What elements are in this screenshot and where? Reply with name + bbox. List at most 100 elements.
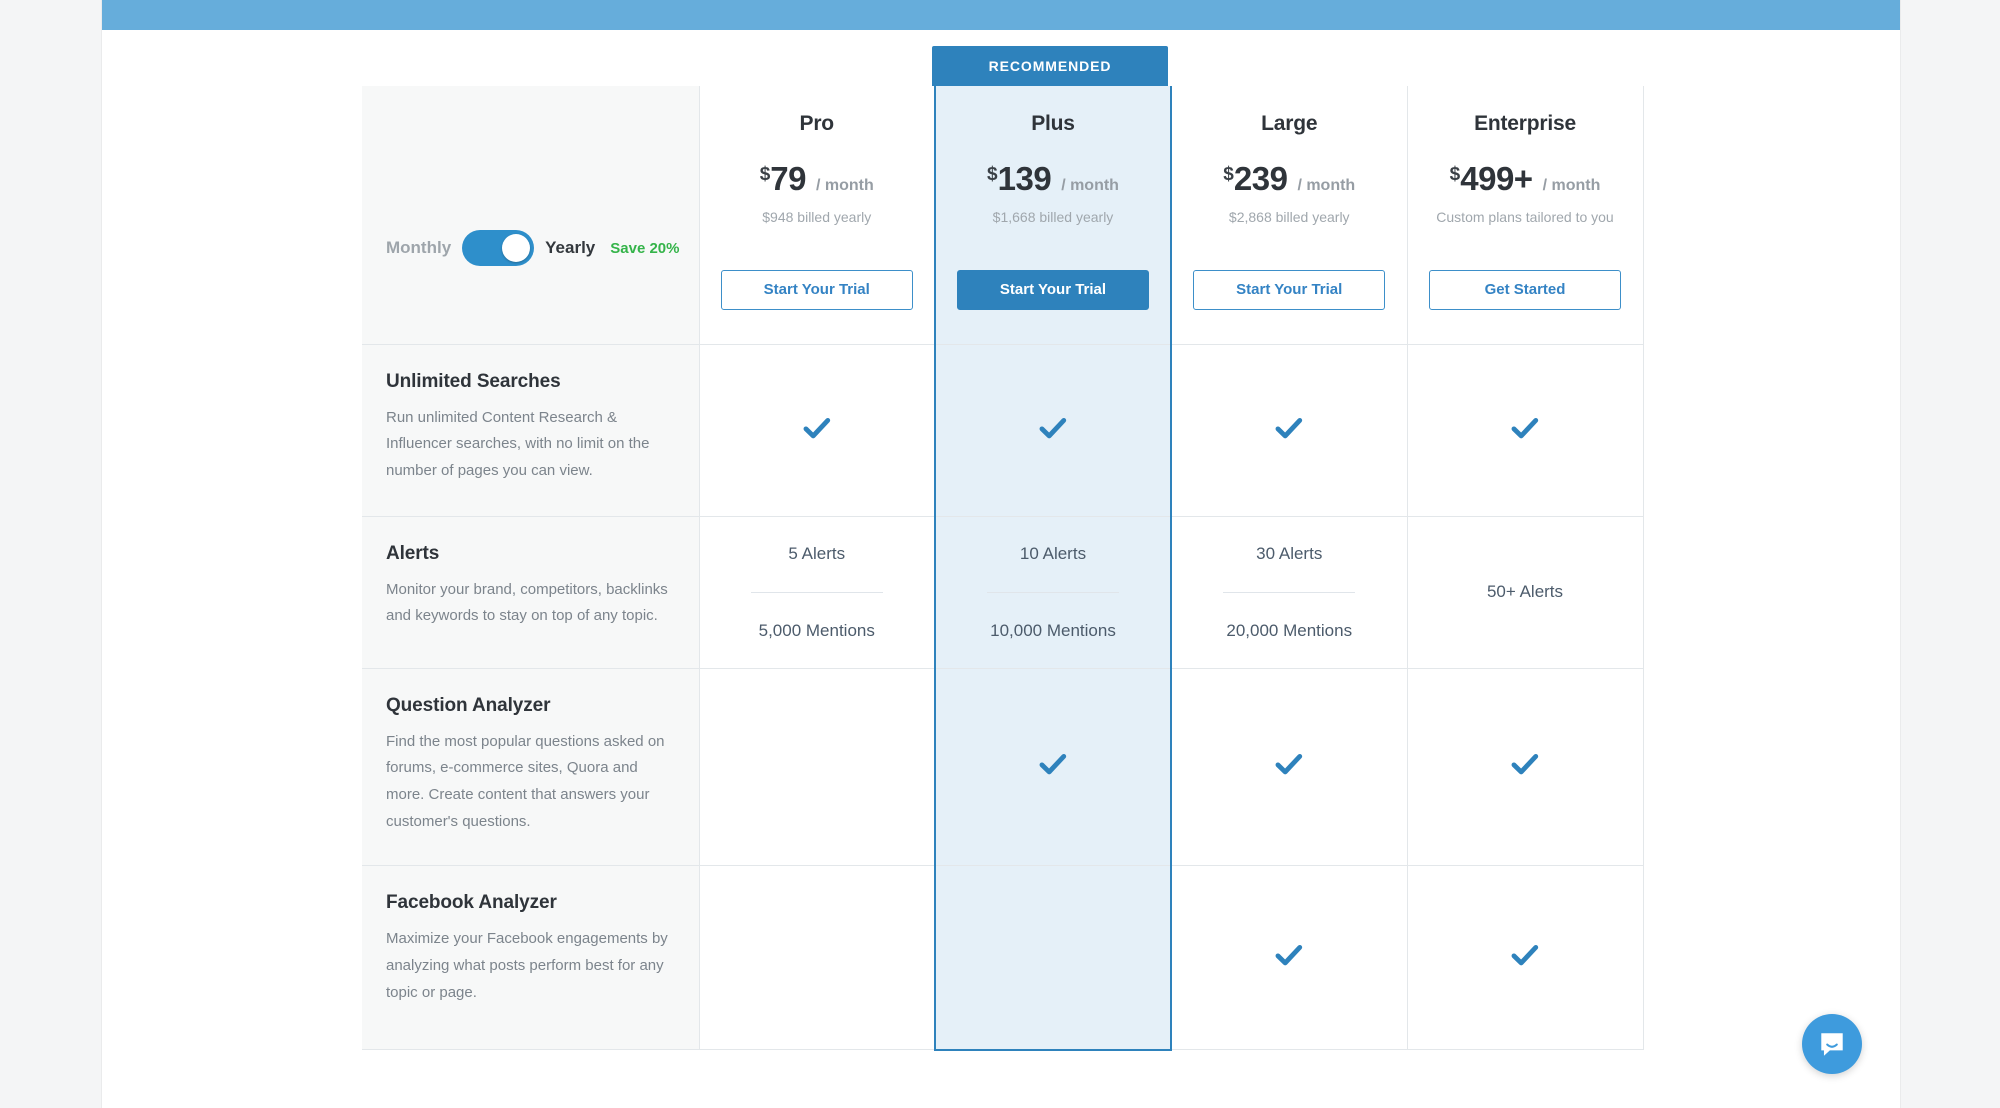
plan-name: Enterprise — [1474, 112, 1576, 135]
plan-header-large: Large $ 239 / month $2,868 billed yearly… — [1171, 86, 1408, 345]
price-amount: 499+ — [1460, 160, 1533, 197]
feature-value-enterprise — [1407, 865, 1644, 1051]
monthly-label[interactable]: Monthly — [386, 238, 451, 258]
plan-price: $ 499+ / month — [1408, 160, 1643, 198]
top-blue-bar — [102, 0, 1900, 30]
feature-value-pro — [698, 668, 936, 867]
feature-title: Question Analyzer — [386, 694, 551, 716]
alerts-stack: 30 Alerts 20,000 Mentions — [1172, 540, 1407, 645]
currency-symbol: $ — [1223, 164, 1234, 185]
mentions-count: 5,000 Mentions — [758, 620, 875, 640]
plan-header-enterprise: Enterprise $ 499+ / month Custom plans t… — [1407, 86, 1644, 345]
checkmark-icon — [1272, 938, 1306, 972]
currency-symbol: $ — [1449, 164, 1461, 185]
plan-name: Plus — [1031, 112, 1075, 135]
billing-toggle-group[interactable]: Monthly Yearly Save 20% — [386, 230, 680, 266]
billed-note: $1,668 billed yearly — [992, 209, 1114, 225]
start-trial-button-large[interactable]: Start Your Trial — [1193, 269, 1386, 310]
divider — [1223, 591, 1356, 593]
start-trial-button-plus[interactable]: Start Your Trial — [957, 269, 1149, 310]
feature-description: Run unlimited Content Research & Influen… — [386, 408, 650, 479]
checkmark-icon — [1508, 747, 1542, 781]
price-period: / month — [1297, 177, 1356, 194]
billed-note: $2,868 billed yearly — [1228, 209, 1350, 225]
chat-launcher-button[interactable] — [1802, 1014, 1862, 1074]
feature-value-large: 30 Alerts 20,000 Mentions — [1171, 516, 1408, 669]
feature-value-large — [1171, 865, 1408, 1051]
feature-value-large — [1171, 668, 1408, 867]
feature-description-cell: Unlimited Searches Run unlimited Content… — [362, 344, 700, 517]
divider — [750, 591, 883, 593]
switch-knob — [502, 234, 531, 262]
feature-description-cell: Alerts Monitor your brand, competitors, … — [362, 516, 700, 669]
plan-name: Pro — [799, 112, 835, 135]
mentions-count: 10,000 Mentions — [990, 620, 1116, 640]
plan-price: $ 139 / month — [936, 160, 1170, 198]
billed-note: $948 billed yearly — [762, 209, 872, 225]
feature-title: Alerts — [386, 542, 440, 564]
feature-description: Maximize your Facebook engagements by an… — [386, 930, 668, 1001]
feature-row-alerts: Alerts Monitor your brand, competitors, … — [362, 516, 1644, 669]
currency-symbol: $ — [759, 164, 771, 185]
price-period: / month — [816, 177, 874, 194]
currency-symbol: $ — [987, 164, 998, 185]
price-amount: 239 — [1233, 160, 1288, 197]
checkmark-icon — [1272, 411, 1306, 445]
feature-row-question-analyzer: Question Analyzer Find the most popular … — [362, 668, 1644, 867]
feature-value-enterprise — [1407, 668, 1644, 867]
price-amount: 79 — [770, 160, 807, 197]
alerts-stack: 5 Alerts 5,000 Mentions — [700, 540, 935, 645]
plan-price: $ 239 / month — [1172, 160, 1407, 198]
feature-title: Facebook Analyzer — [386, 892, 557, 914]
feature-description: Monitor your brand, competitors, backlin… — [386, 580, 668, 625]
alerts-count: 30 Alerts — [1256, 543, 1323, 563]
plan-header-pro: Pro $ 79 / month $948 billed yearly Star… — [698, 86, 936, 345]
alerts-count: 50+ Alerts — [1486, 582, 1564, 601]
feature-value-pro — [698, 865, 936, 1051]
divider — [987, 591, 1119, 593]
feature-value-plus: 10 Alerts 10,000 Mentions — [934, 516, 1172, 669]
pricing-header-row: Monthly Yearly Save 20% Pro $ 79 / month… — [362, 86, 1644, 345]
alerts-stack: 10 Alerts 10,000 Mentions — [936, 540, 1170, 645]
feature-description: Find the most popular questions asked on… — [386, 732, 665, 830]
alerts-count: 10 Alerts — [1019, 543, 1087, 563]
feature-value-plus — [934, 344, 1172, 517]
checkmark-icon — [1036, 411, 1070, 445]
feature-description-cell: Facebook Analyzer Maximize your Facebook… — [362, 865, 700, 1051]
billing-period-switch[interactable] — [462, 230, 535, 266]
checkmark-icon — [800, 411, 834, 445]
plan-name: Large — [1261, 112, 1318, 135]
feature-value-plus — [934, 668, 1172, 867]
checkmark-icon — [1508, 938, 1542, 972]
feature-value-enterprise: 50+ Alerts — [1407, 516, 1644, 669]
price-amount: 139 — [997, 160, 1052, 197]
feature-description-cell: Question Analyzer Find the most popular … — [362, 668, 700, 867]
billing-toggle-cell: Monthly Yearly Save 20% — [362, 86, 700, 345]
recommended-badge: RECOMMENDED — [932, 46, 1168, 86]
feature-row-facebook-analyzer: Facebook Analyzer Maximize your Facebook… — [362, 865, 1644, 1051]
billed-note: Custom plans tailored to you — [1436, 209, 1614, 225]
checkmark-icon — [1036, 747, 1070, 781]
start-trial-button-pro[interactable]: Start Your Trial — [720, 269, 913, 310]
pricing-table: Monthly Yearly Save 20% Pro $ 79 / month… — [362, 86, 1644, 1051]
get-started-button-enterprise[interactable]: Get Started — [1429, 269, 1621, 310]
checkmark-icon — [1508, 411, 1542, 445]
feature-value-pro — [698, 344, 936, 517]
checkmark-icon — [1272, 747, 1306, 781]
alerts-count: 5 Alerts — [788, 543, 846, 563]
price-period: / month — [1061, 177, 1119, 194]
price-period: / month — [1542, 177, 1601, 194]
feature-value-pro: 5 Alerts 5,000 Mentions — [698, 516, 936, 669]
plan-header-plus: Plus $ 139 / month $1,668 billed yearly … — [934, 86, 1172, 345]
page-content-area: RECOMMENDED Monthly Yearly Save 20% Pro … — [102, 0, 1900, 1108]
mentions-count: 20,000 Mentions — [1226, 620, 1353, 640]
plan-price: $ 79 / month — [700, 160, 935, 198]
feature-title: Unlimited Searches — [386, 370, 561, 392]
chat-bubble-icon — [1821, 1033, 1843, 1056]
feature-value-enterprise — [1407, 344, 1644, 517]
yearly-label[interactable]: Yearly — [545, 238, 595, 258]
save-badge: Save 20% — [610, 239, 680, 257]
feature-row-unlimited-searches: Unlimited Searches Run unlimited Content… — [362, 344, 1644, 517]
feature-value-large — [1171, 344, 1408, 517]
feature-value-plus — [934, 865, 1172, 1051]
